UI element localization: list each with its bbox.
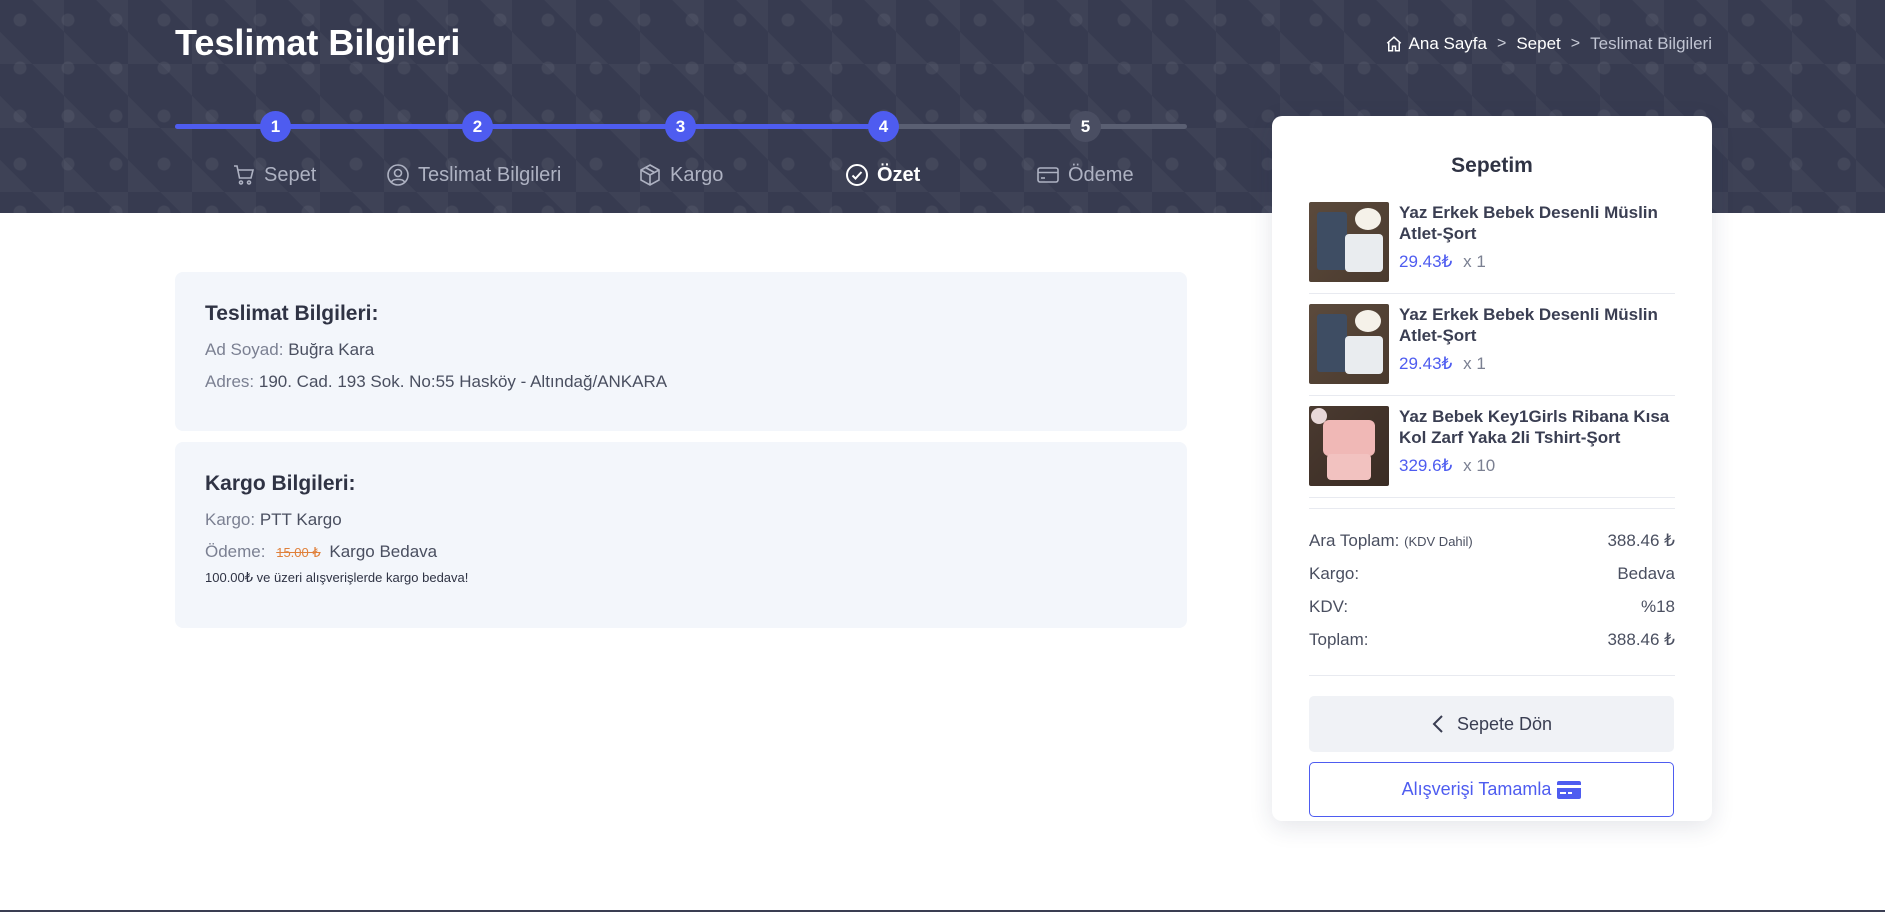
back-to-cart-button[interactable]: Sepete Dön <box>1309 696 1674 752</box>
step-2-dot[interactable]: 2 <box>462 111 493 142</box>
shipping-info-card: Kargo Bilgileri: Kargo: PTT Kargo Ödeme:… <box>175 442 1187 628</box>
step-5-dot[interactable]: 5 <box>1070 111 1101 142</box>
delivery-name-row: Ad Soyad: Buğra Kara <box>205 340 1157 360</box>
breadcrumb-separator: > <box>1497 35 1507 52</box>
cart-item-price: 329.6₺ <box>1399 456 1453 475</box>
subtotal-label: Ara Toplam: <box>1309 531 1400 550</box>
shipping-info-title: Kargo Bilgileri: <box>205 472 356 495</box>
cart-item[interactable]: Yaz Erkek Bebek Desenli Müslin Atlet-Şor… <box>1309 202 1675 294</box>
step-1-dot[interactable]: 1 <box>260 111 291 142</box>
delivery-info-title: Teslimat Bilgileri: <box>205 302 379 325</box>
breadcrumb-home[interactable]: Ana Sayfa <box>1385 34 1487 54</box>
chevron-left-icon <box>1432 715 1443 733</box>
subtotal-value: 388.46 ₺ <box>1607 531 1675 550</box>
shipping-payment-row: Ödeme: 15.00 ₺ Kargo Bedava <box>205 542 1157 562</box>
cart-item-name: Yaz Erkek Bebek Desenli Müslin Atlet-Şor… <box>1399 305 1658 345</box>
delivery-name-value: Buğra Kara <box>288 340 375 359</box>
shipping-carrier-row: Kargo: PTT Kargo <box>205 510 1157 530</box>
step-label-text: Sepet <box>264 163 317 186</box>
credit-card-icon <box>1037 167 1059 183</box>
tax-value: %18 <box>1640 597 1675 616</box>
shipping-payment-value: Kargo Bedava <box>329 542 438 561</box>
step-label-text: Kargo <box>670 163 724 186</box>
cart-item-price-row: 29.43₺ x 1 <box>1399 354 1675 374</box>
delivery-address-value: 190. Cad. 193 Sok. No:55 Hasköy - Altınd… <box>258 372 668 391</box>
breadcrumb-home-label: Ana Sayfa <box>1408 34 1487 53</box>
product-thumbnail <box>1309 202 1389 282</box>
cart-item-qty: x 1 <box>1463 252 1486 271</box>
credit-card-icon <box>1557 780 1582 799</box>
complete-order-label: Alışverişi Tamamla <box>1401 779 1552 799</box>
step-label-text: Ödeme <box>1068 163 1134 186</box>
shipping-value: Bedava <box>1617 564 1675 583</box>
cart-item-qty: x 1 <box>1463 354 1486 373</box>
cart-summary-panel: Sepetim Yaz Erkek Bebek Desenli Müslin A… <box>1272 116 1712 821</box>
cart-item[interactable]: Yaz Erkek Bebek Desenli Müslin Atlet-Şor… <box>1309 304 1675 396</box>
delivery-address-row: Adres: 190. Cad. 193 Sok. No:55 Hasköy -… <box>205 372 1157 392</box>
total-label: Toplam: <box>1309 630 1369 649</box>
tax-row: KDV: %18 <box>1309 597 1675 617</box>
step-3-dot[interactable]: 3 <box>665 111 696 142</box>
back-to-cart-label: Sepete Dön <box>1456 713 1553 734</box>
shipping-payment-label: Ödeme: <box>205 542 266 561</box>
total-value: 388.46 ₺ <box>1607 630 1675 649</box>
step-label-summary[interactable]: Özet <box>845 163 920 187</box>
breadcrumb-separator: > <box>1570 35 1581 52</box>
cart-item-price-row: 329.6₺ x 10 <box>1399 456 1675 476</box>
cart-item-name: Yaz Erkek Bebek Desenli Müslin Atlet-Şor… <box>1399 203 1658 243</box>
step-label-payment[interactable]: Ödeme <box>1036 163 1134 187</box>
total-row: Toplam: 388.46 ₺ <box>1309 630 1675 650</box>
cart-totals: Ara Toplam: (KDV Dahil) 388.46 ₺ Kargo: … <box>1309 508 1675 676</box>
step-label-text: Özet <box>877 163 921 186</box>
cart-item-price: 29.43₺ <box>1399 252 1453 271</box>
complete-order-button[interactable]: Alışverişi Tamamla <box>1309 762 1674 817</box>
breadcrumb: Ana Sayfa > Sepet > Teslimat Bilgileri <box>1385 34 1712 54</box>
box-icon <box>640 164 660 186</box>
shipping-label: Kargo: <box>1309 564 1360 583</box>
shipping-carrier-value: PTT Kargo <box>259 510 342 529</box>
breadcrumb-current: Teslimat Bilgileri <box>1590 34 1712 53</box>
breadcrumb-cart[interactable]: Sepet <box>1516 34 1560 54</box>
shipping-row: Kargo: Bedava <box>1309 564 1675 584</box>
subtotal-note: (KDV Dahil) <box>1404 534 1473 549</box>
page-title: Teslimat Bilgileri <box>175 22 461 63</box>
step-4-dot[interactable]: 4 <box>868 111 899 142</box>
shipping-carrier-label: Kargo: <box>205 510 256 529</box>
product-thumbnail <box>1309 304 1389 384</box>
delivery-address-label: Adres: <box>205 372 255 391</box>
cart-item-price-row: 29.43₺ x 1 <box>1399 252 1675 272</box>
cart-item-qty: x 10 <box>1463 456 1496 475</box>
cart-item-name: Yaz Bebek Key1Girls Ribana Kısa Kol Zarf… <box>1399 407 1670 447</box>
cart-item[interactable]: Yaz Bebek Key1Girls Ribana Kısa Kol Zarf… <box>1309 406 1675 498</box>
user-icon <box>387 164 409 186</box>
shipping-old-price: 15.00 ₺ <box>276 545 321 560</box>
delivery-info-card: Teslimat Bilgileri: Ad Soyad: Buğra Kara… <box>175 272 1187 431</box>
subtotal-row: Ara Toplam: (KDV Dahil) 388.46 ₺ <box>1309 531 1675 551</box>
step-label-delivery[interactable]: Teslimat Bilgileri <box>386 163 561 187</box>
tax-label: KDV: <box>1309 597 1349 616</box>
cart-title: Sepetim <box>1451 154 1533 177</box>
cart-item-price: 29.43₺ <box>1399 354 1453 373</box>
step-label-cart[interactable]: Sepet <box>232 163 316 187</box>
check-circle-icon <box>846 164 868 186</box>
home-icon <box>1386 36 1401 52</box>
step-label-text: Teslimat Bilgileri <box>418 163 562 186</box>
free-shipping-note: 100.00₺ ve üzeri alışverişlerde kargo be… <box>205 570 469 585</box>
step-label-shipping[interactable]: Kargo <box>638 163 723 187</box>
cart-icon <box>234 165 255 185</box>
delivery-name-label: Ad Soyad: <box>205 340 284 359</box>
product-thumbnail <box>1309 406 1389 486</box>
